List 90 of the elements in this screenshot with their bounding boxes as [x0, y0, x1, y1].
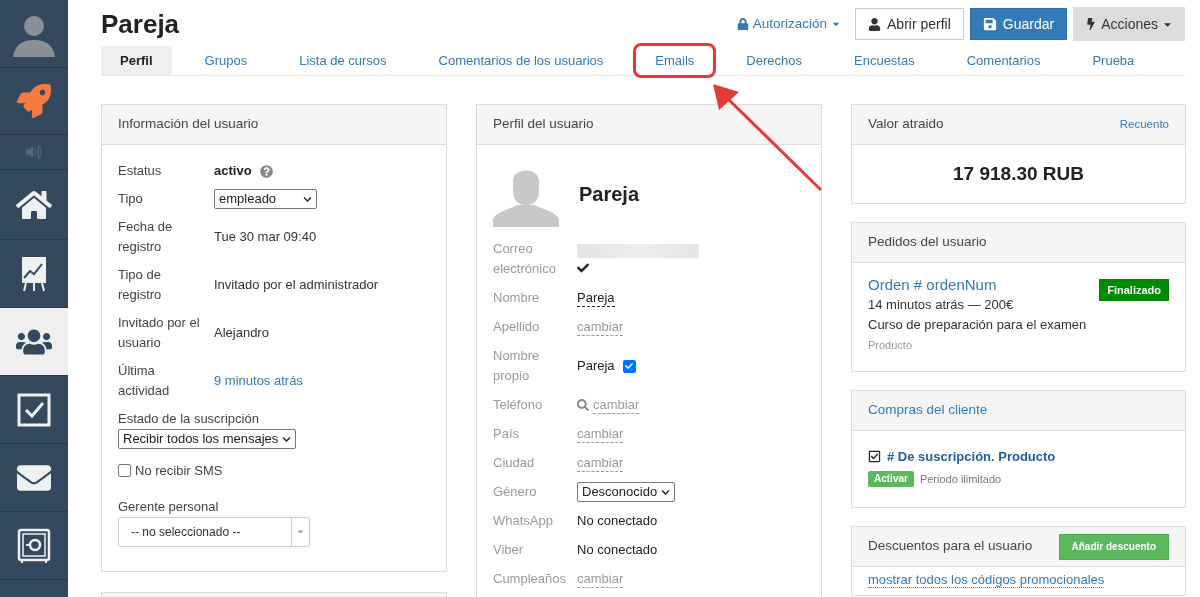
- profile-name: Pareja: [579, 182, 640, 207]
- field-label: Cumpleaños: [493, 570, 567, 588]
- user-icon: [868, 17, 882, 31]
- period-text: Periodo ilimitado: [919, 471, 1002, 487]
- order-product: Curso de preparación para el examen: [868, 316, 1087, 334]
- tab[interactable]: Emails: [636, 46, 714, 75]
- subscription-select[interactable]: Recibir todos los mensajes: [118, 429, 297, 449]
- field-value: Pareja: [577, 357, 615, 375]
- panel-title: Información del usuario: [118, 115, 259, 134]
- field-label: Última actividad: [118, 362, 171, 400]
- own-name-checkbox[interactable]: [622, 359, 636, 373]
- field-value: Alejandro: [214, 324, 269, 342]
- field-label: Nombre: [493, 289, 541, 307]
- change-link[interactable]: cambiar: [577, 425, 624, 443]
- sidebar-item[interactable]: [0, 308, 68, 376]
- change-link[interactable]: cambiar: [577, 570, 624, 588]
- chevron-down-icon: [661, 487, 671, 497]
- lock-icon: [736, 18, 749, 30]
- no-sms-checkbox[interactable]: [118, 464, 131, 478]
- panel-title: Descuentos para el usuario: [868, 537, 1033, 556]
- recount-link[interactable]: Recuento: [1119, 115, 1169, 134]
- purchase-link[interactable]: # De suscripción. Producto: [887, 447, 1056, 467]
- field-label: Viber: [493, 541, 525, 559]
- chevron-down-icon: [303, 194, 312, 204]
- change-link[interactable]: Pareja: [577, 289, 615, 307]
- field-label: Género: [493, 483, 538, 501]
- field-label: Tipo de registro: [118, 266, 163, 304]
- gender-select[interactable]: Desconocido: [577, 482, 676, 502]
- tab[interactable]: Lista de cursos: [280, 46, 406, 75]
- field-value: No conectado: [577, 512, 658, 530]
- help-icon[interactable]: [259, 164, 273, 178]
- tab[interactable]: Perfil: [101, 46, 172, 75]
- panel-title: Valor atraido: [868, 115, 944, 134]
- tab[interactable]: Comentarios: [947, 46, 1060, 75]
- save-icon: [982, 17, 997, 31]
- field-label: Estado de la suscripción: [118, 410, 260, 428]
- promo-codes-link[interactable]: mostrar todos los códigos promocionales: [868, 572, 1105, 588]
- order-meta: 14 minutos atrás — 200€: [868, 296, 1015, 314]
- panel-title: Perfil del usuario: [493, 115, 594, 134]
- check-icon: [625, 362, 634, 370]
- page-title: Pareja: [101, 7, 180, 41]
- order-link[interactable]: Orden # ordenNum: [868, 275, 1087, 295]
- status-value: activo: [214, 162, 252, 180]
- rocket-icon[interactable]: [17, 84, 51, 118]
- field-label: Teléfono: [493, 396, 544, 414]
- add-discount-button[interactable]: Añadir descuento: [1058, 533, 1169, 560]
- active-badge: Activar: [868, 470, 914, 487]
- field-label: Fecha de registro: [118, 218, 174, 256]
- tab[interactable]: Comentarios de los usuarios: [419, 46, 623, 75]
- checkbox-label: No recibir SMS: [135, 462, 223, 480]
- field-value: Invitado por el administrador: [214, 276, 379, 294]
- panel-title: Pedidos del usuario: [868, 233, 987, 252]
- chevron-down-icon: [282, 434, 292, 444]
- authorization-dropdown[interactable]: Autorización: [736, 13, 842, 35]
- caret-icon: [296, 527, 305, 536]
- tab[interactable]: Encuestas: [835, 46, 934, 75]
- last-activity-link[interactable]: 9 minutos atrás: [214, 371, 303, 391]
- field-label: País: [493, 425, 520, 443]
- lightning-icon: [1085, 18, 1098, 30]
- search-icon[interactable]: [577, 399, 589, 411]
- field-label: WhatsApp: [493, 512, 554, 530]
- change-link[interactable]: cambiar: [577, 318, 624, 336]
- field-label: Gerente personal: [118, 497, 220, 516]
- panel-title: Compras del cliente: [868, 401, 988, 420]
- checkbox-icon[interactable]: [17, 392, 51, 427]
- order-type: Producto: [868, 338, 914, 353]
- attracted-value: 17 918.30 RUB: [953, 161, 1084, 186]
- field-label: Apellido: [493, 318, 541, 336]
- change-link[interactable]: cambiar: [593, 396, 640, 414]
- type-select[interactable]: empleado: [214, 189, 317, 209]
- tab[interactable]: Prueba: [1073, 46, 1154, 75]
- change-link[interactable]: cambiar: [577, 454, 624, 472]
- checkbox-icon: [868, 450, 881, 464]
- field-label: Invitado por el usuario: [118, 314, 201, 352]
- field-value: Tue 30 mar 09:40: [214, 228, 317, 246]
- field-label: Tipo: [118, 190, 144, 208]
- status-badge: Finalizado: [1099, 279, 1169, 301]
- manager-select[interactable]: -- no seleccionado --: [118, 516, 310, 547]
- field-label: Estatus: [118, 162, 163, 180]
- open-profile-button[interactable]: Abrir perfil: [855, 8, 964, 40]
- save-button[interactable]: Guardar: [969, 8, 1068, 40]
- field-label: Nombre propio: [493, 347, 541, 385]
- field-label: Correo electrónico: [493, 240, 557, 278]
- field-value: No conectado: [577, 541, 658, 559]
- safe-icon[interactable]: [17, 527, 51, 564]
- chart-board-icon[interactable]: [20, 255, 48, 292]
- tab[interactable]: Derechos: [727, 46, 821, 75]
- field-label: Ciudad: [493, 454, 536, 472]
- actions-dropdown-button[interactable]: Acciones: [1073, 7, 1185, 41]
- tab[interactable]: Grupos: [185, 46, 267, 75]
